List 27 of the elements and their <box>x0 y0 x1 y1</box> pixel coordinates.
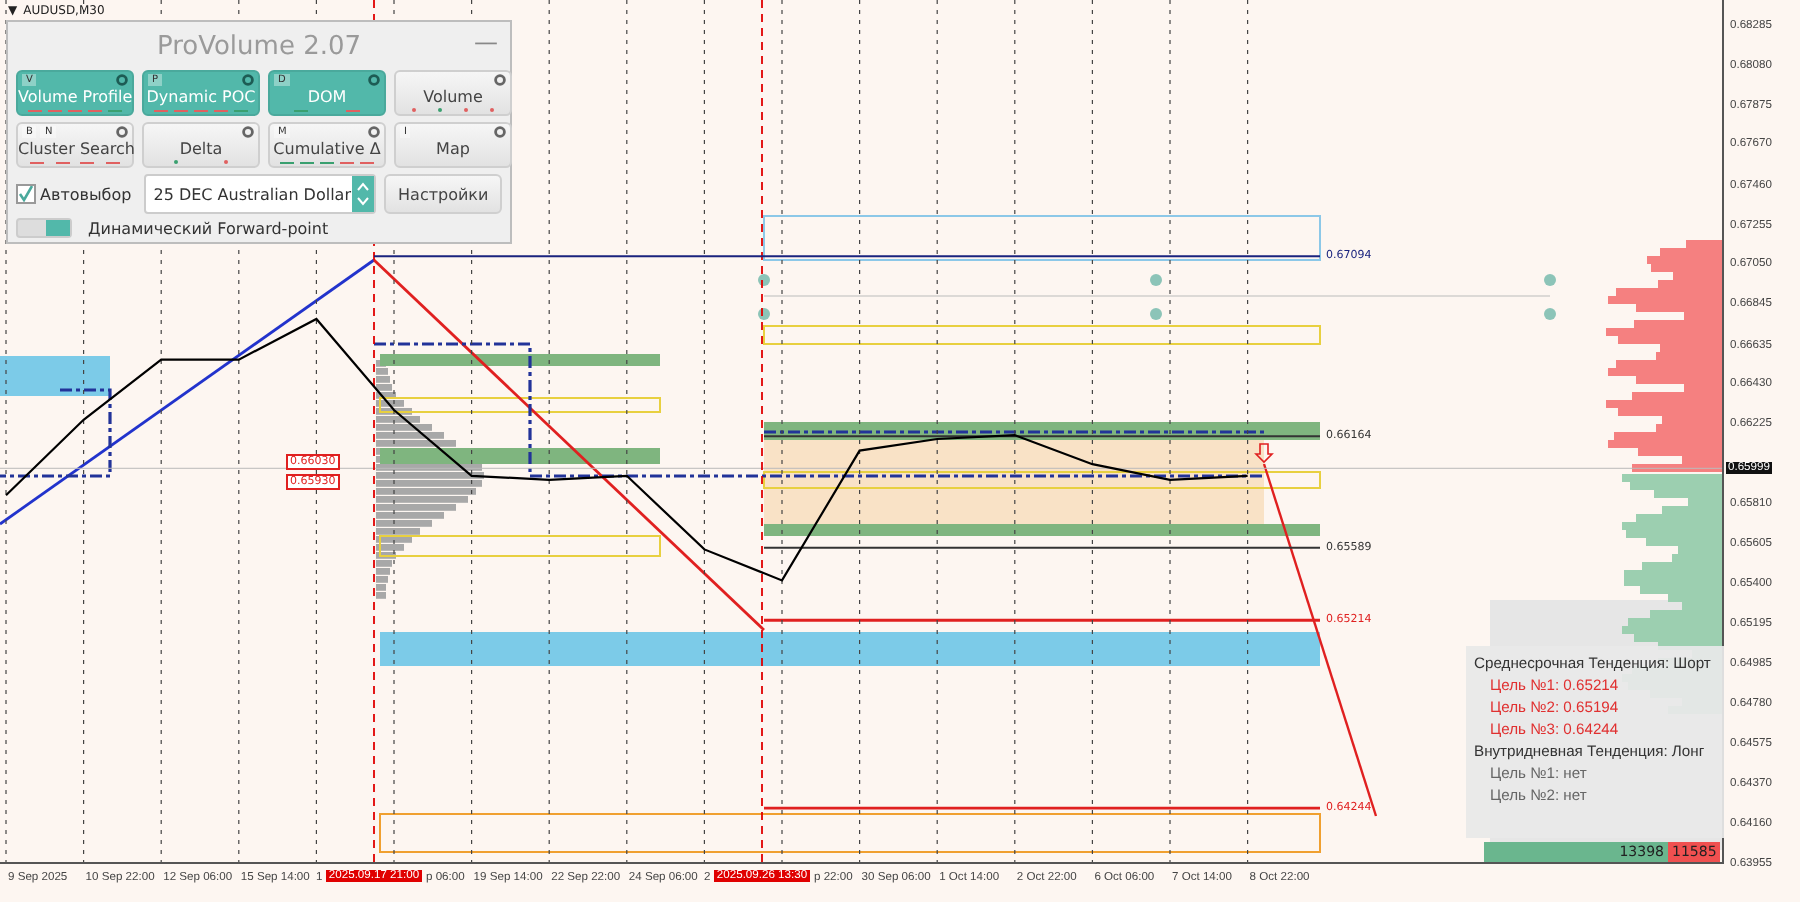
marker-dot <box>1544 274 1556 286</box>
settings-icon[interactable] <box>116 74 128 86</box>
tool-button[interactable]: Volume <box>394 70 512 116</box>
checkbox[interactable] <box>16 184 36 204</box>
settings-icon[interactable] <box>242 126 254 138</box>
liquidity-zone <box>0 356 110 396</box>
marker-dot <box>1150 274 1162 286</box>
marker-dot <box>1150 308 1162 320</box>
down-arrow-icon <box>1254 443 1274 464</box>
settings-icon[interactable] <box>494 126 506 138</box>
settings-icon[interactable] <box>116 126 128 138</box>
settings-icon[interactable] <box>242 74 254 86</box>
marker-dot <box>758 308 770 320</box>
marker-dot <box>1544 308 1556 320</box>
toggle-label: Динамический Forward-point <box>88 219 329 237</box>
tool-button[interactable]: Delta <box>142 122 260 168</box>
settings-icon[interactable] <box>368 74 380 86</box>
panel-title: ProVolume 2.07 <box>156 31 362 61</box>
instrument-dropdown[interactable]: 25 DEC Australian Dollar <box>143 174 377 214</box>
auto-select-checkbox[interactable]: Автовыбор <box>16 184 136 204</box>
toggle-switch[interactable] <box>16 218 72 238</box>
settings-button[interactable]: Настройки <box>384 174 502 214</box>
vwap-line <box>0 388 112 478</box>
marker-dot <box>758 274 770 286</box>
settings-icon[interactable] <box>368 126 380 138</box>
settings-icon[interactable] <box>494 74 506 86</box>
spinner-icon[interactable] <box>352 176 375 212</box>
